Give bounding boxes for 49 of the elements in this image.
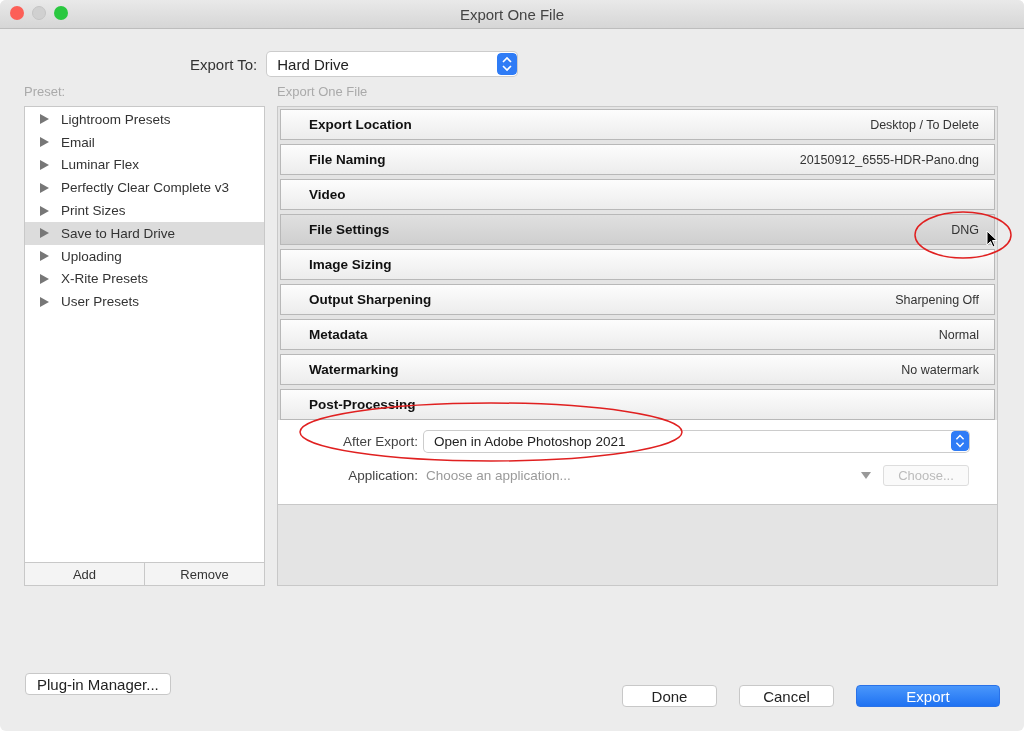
after-export-label: After Export: <box>341 433 418 449</box>
preset-item[interactable]: X-Rite Presets <box>25 267 264 291</box>
section-header[interactable]: Metadata Normal <box>280 319 995 350</box>
expand-triangle-icon <box>40 137 49 148</box>
dropdown-triangle-icon[interactable] <box>861 471 871 479</box>
export-to-label: Export To: <box>190 55 258 73</box>
section-header[interactable]: Video <box>280 179 995 210</box>
expand-triangle-icon <box>40 228 49 239</box>
section-header[interactable]: Image Sizing <box>280 249 995 280</box>
expand-triangle-icon <box>40 273 49 284</box>
expand-triangle-icon <box>40 296 49 307</box>
application-label: Application: <box>347 467 418 483</box>
preset-item[interactable]: Email <box>25 130 264 154</box>
section-header[interactable]: Export Location Desktop / To Delete <box>280 109 995 140</box>
minimize-icon[interactable] <box>32 6 46 20</box>
pointer-cursor-icon <box>986 230 998 248</box>
expand-triangle-icon <box>40 251 49 262</box>
chevron-updown-icon <box>497 53 518 75</box>
preset-item[interactable]: Save to Hard Drive <box>25 222 264 245</box>
after-export-dropdown[interactable]: Open in Adobe Photoshop 2021 <box>424 430 969 452</box>
preset-item[interactable]: Uploading <box>25 244 264 268</box>
settings-label: Export One File <box>277 84 369 99</box>
preset-item[interactable]: Perfectly Clear Complete v3 <box>25 176 264 200</box>
expand-triangle-icon <box>40 205 49 216</box>
preset-item[interactable]: Lightroom Presets <box>25 108 264 131</box>
preset-item[interactable]: Luminar Flex <box>25 153 264 177</box>
export-to-dropdown[interactable]: Hard Drive <box>267 52 518 76</box>
section-header[interactable]: File Settings DNG <box>280 214 995 245</box>
preset-list-button[interactable]: Remove <box>144 563 264 585</box>
section-header[interactable]: Output Sharpening Sharpening Off <box>280 284 995 315</box>
preset-label: Preset: <box>24 84 67 99</box>
expand-triangle-icon <box>40 160 49 170</box>
section-header[interactable]: Post-Processing <box>280 389 995 420</box>
zoom-icon[interactable] <box>54 6 68 20</box>
preset-list-button[interactable]: Add <box>25 563 144 585</box>
section-header[interactable]: Watermarking No watermark <box>280 354 995 385</box>
preset-item[interactable]: User Presets <box>25 290 264 314</box>
expand-triangle-icon <box>40 182 49 193</box>
dialog-button[interactable]: Cancel <box>739 685 834 707</box>
chevron-updown-icon <box>951 431 969 451</box>
close-icon[interactable] <box>10 6 24 20</box>
dialog-button[interactable]: Done <box>622 685 717 707</box>
preset-item[interactable]: Print Sizes <box>25 199 264 222</box>
application-field[interactable]: Choose an application... <box>424 466 855 484</box>
plugin-manager-button[interactable]: Plug-in Manager... <box>25 673 171 695</box>
window-title: Export One File <box>459 5 565 23</box>
expand-triangle-icon <box>40 114 49 125</box>
dialog-button[interactable]: Export <box>856 685 1000 707</box>
section-header[interactable]: File Naming 20150912_6555-HDR-Pano.dng <box>280 144 995 175</box>
